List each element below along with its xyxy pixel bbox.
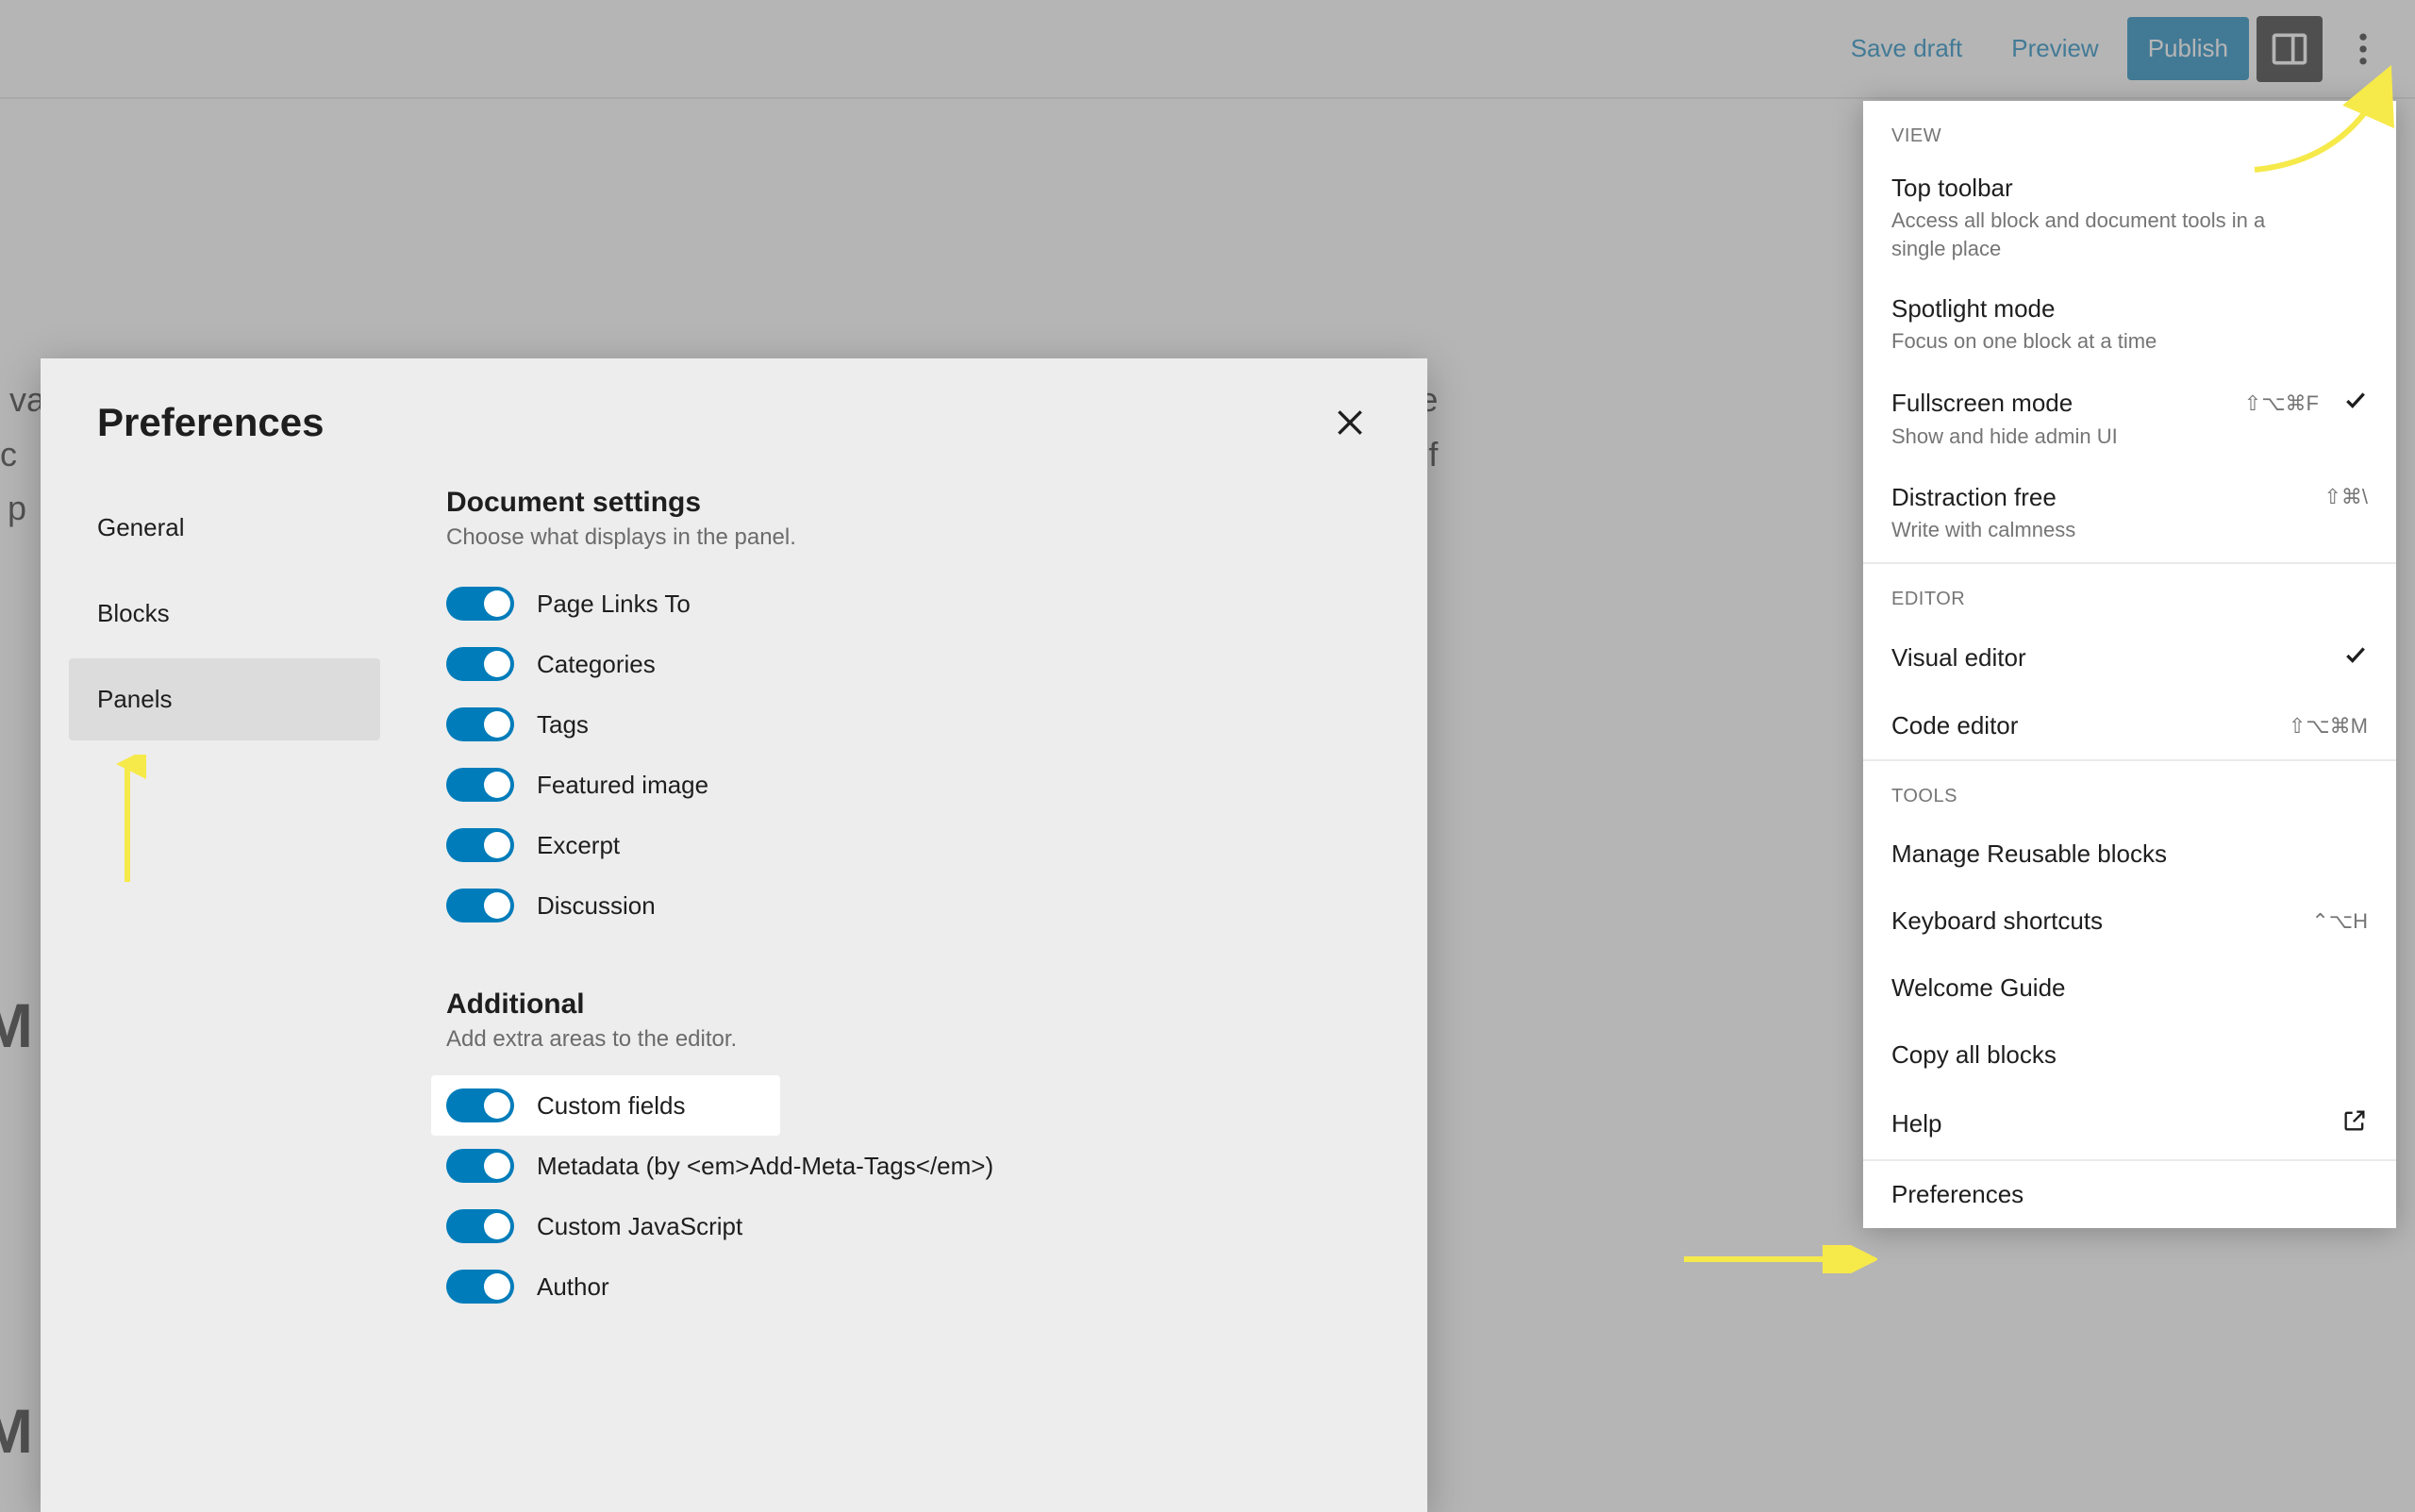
tab-general[interactable]: General bbox=[69, 487, 380, 569]
toggle-label: Tags bbox=[537, 710, 589, 739]
toggle-switch[interactable] bbox=[446, 1149, 514, 1183]
option-desc: Show and hide admin UI bbox=[1891, 423, 2269, 451]
option-manage-reusable-blocks[interactable]: Manage Reusable blocks bbox=[1863, 821, 2396, 888]
dropdown-section-view: View bbox=[1863, 101, 2396, 160]
toggle-label: Categories bbox=[537, 650, 656, 679]
toggle-switch[interactable] bbox=[446, 707, 514, 741]
option-desc: Access all block and document tools in a… bbox=[1891, 207, 2269, 262]
option-spotlight-mode[interactable]: Spotlight mode Focus on one block at a t… bbox=[1863, 281, 2396, 374]
toggle-categories[interactable]: Categories bbox=[446, 634, 1390, 694]
toggle-label: Author bbox=[537, 1272, 609, 1302]
toggle-switch[interactable] bbox=[446, 768, 514, 802]
option-label: Preferences bbox=[1891, 1180, 2024, 1209]
option-label: Top toolbar bbox=[1891, 174, 2013, 203]
toggle-page-links-to[interactable]: Page Links To bbox=[446, 573, 1390, 634]
option-label: Spotlight mode bbox=[1891, 294, 2055, 324]
option-fullscreen-mode[interactable]: Fullscreen mode ⇧⌥⌘F Show and hide admin… bbox=[1863, 374, 2396, 470]
option-desc: Focus on one block at a time bbox=[1891, 327, 2269, 356]
toggle-label: Custom fields bbox=[537, 1091, 686, 1121]
toggle-label: Page Links To bbox=[537, 590, 691, 619]
modal-header: Preferences bbox=[41, 358, 1427, 477]
modal-content: Document settings Choose what displays i… bbox=[408, 477, 1427, 1512]
option-keyboard-shortcuts[interactable]: Keyboard shortcuts ⌃⌥H bbox=[1863, 888, 2396, 955]
option-copy-all-blocks[interactable]: Copy all blocks bbox=[1863, 1022, 2396, 1088]
toggle-featured-image[interactable]: Featured image bbox=[446, 755, 1390, 815]
preferences-modal: Preferences General Blocks Panels Docume… bbox=[41, 358, 1427, 1512]
option-preferences[interactable]: Preferences bbox=[1863, 1161, 2396, 1228]
toggle-switch[interactable] bbox=[446, 1209, 514, 1243]
toggle-label: Featured image bbox=[537, 771, 708, 800]
more-options-dropdown: View Top toolbar Access all block and do… bbox=[1863, 101, 2396, 1228]
dropdown-section-editor: Editor bbox=[1863, 564, 2396, 623]
option-help[interactable]: Help bbox=[1863, 1088, 2396, 1159]
toggle-discussion[interactable]: Discussion bbox=[446, 875, 1390, 936]
toggle-switch[interactable] bbox=[446, 587, 514, 621]
toggle-label: Excerpt bbox=[537, 831, 620, 860]
toggle-label: Custom JavaScript bbox=[537, 1212, 742, 1241]
option-visual-editor[interactable]: Visual editor bbox=[1863, 623, 2396, 692]
modal-tab-list: General Blocks Panels bbox=[41, 477, 408, 1512]
check-icon bbox=[2343, 642, 2368, 673]
toggle-label: Metadata (by <em>Add-Meta-Tags</em>) bbox=[537, 1152, 993, 1181]
section-heading-document-settings: Document settings bbox=[446, 487, 1390, 519]
toggle-author[interactable]: Author bbox=[446, 1256, 1390, 1317]
option-label: Welcome Guide bbox=[1891, 973, 2066, 1003]
option-shortcut: ⇧⌘\ bbox=[2323, 485, 2368, 509]
toggle-label: Discussion bbox=[537, 891, 656, 921]
section-heading-additional: Additional bbox=[446, 989, 1390, 1021]
option-label: Visual editor bbox=[1891, 643, 2026, 673]
option-label: Code editor bbox=[1891, 711, 2018, 740]
toggle-tags[interactable]: Tags bbox=[446, 694, 1390, 755]
toggle-custom-javascript[interactable]: Custom JavaScript bbox=[446, 1196, 1390, 1256]
toggle-excerpt[interactable]: Excerpt bbox=[446, 815, 1390, 875]
tab-panels[interactable]: Panels bbox=[69, 658, 380, 740]
option-shortcut: ⇧⌥⌘F bbox=[2244, 391, 2319, 416]
option-label: Help bbox=[1891, 1109, 1941, 1138]
option-top-toolbar[interactable]: Top toolbar Access all block and documen… bbox=[1863, 160, 2396, 281]
option-shortcut: ⇧⌥⌘M bbox=[2289, 714, 2368, 739]
toggle-custom-fields[interactable]: Custom fields bbox=[431, 1075, 780, 1136]
external-link-icon bbox=[2341, 1107, 2368, 1140]
option-label: Copy all blocks bbox=[1891, 1040, 2057, 1070]
section-subheading: Choose what displays in the panel. bbox=[446, 524, 1390, 551]
option-desc: Write with calmness bbox=[1891, 516, 2269, 544]
toggle-switch[interactable] bbox=[446, 828, 514, 862]
option-label: Manage Reusable blocks bbox=[1891, 839, 2167, 869]
toggle-switch[interactable] bbox=[446, 647, 514, 681]
modal-title: Preferences bbox=[97, 400, 325, 445]
option-label: Fullscreen mode bbox=[1891, 389, 2073, 418]
modal-close-button[interactable] bbox=[1324, 396, 1376, 449]
section-subheading: Add extra areas to the editor. bbox=[446, 1026, 1390, 1053]
option-code-editor[interactable]: Code editor ⇧⌥⌘M bbox=[1863, 692, 2396, 759]
tab-blocks[interactable]: Blocks bbox=[69, 573, 380, 655]
option-label: Distraction free bbox=[1891, 483, 2057, 512]
option-welcome-guide[interactable]: Welcome Guide bbox=[1863, 955, 2396, 1022]
toggle-switch[interactable] bbox=[446, 889, 514, 922]
toggle-switch[interactable] bbox=[446, 1270, 514, 1304]
option-shortcut: ⌃⌥H bbox=[2311, 909, 2368, 934]
toggle-metadata[interactable]: Metadata (by <em>Add-Meta-Tags</em>) bbox=[446, 1136, 1390, 1196]
option-distraction-free[interactable]: Distraction free ⇧⌘\ Write with calmness bbox=[1863, 470, 2396, 563]
close-icon bbox=[1331, 404, 1369, 441]
dropdown-section-tools: Tools bbox=[1863, 761, 2396, 821]
check-icon bbox=[2343, 388, 2368, 419]
toggle-switch[interactable] bbox=[446, 1088, 514, 1122]
option-label: Keyboard shortcuts bbox=[1891, 906, 2103, 936]
